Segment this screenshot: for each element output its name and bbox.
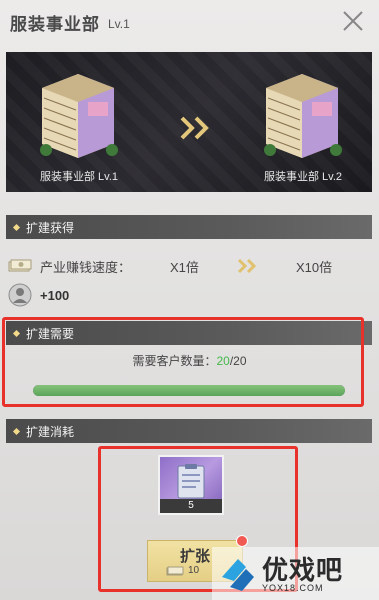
diamond-bullet-icon	[12, 427, 21, 435]
watermark: 优戏吧 YOX18.COM	[212, 547, 379, 600]
bonus-row: +100	[8, 283, 69, 307]
highlight-box-requirement	[2, 317, 364, 407]
section-header-cost: 扩建消耗	[6, 419, 372, 443]
bonus-value: +100	[40, 287, 70, 303]
to-level-label: 服装事业部 Lv.2	[263, 171, 343, 183]
speed-to: X10倍	[296, 259, 333, 275]
cash-icon	[8, 259, 32, 272]
building-lv2-icon	[264, 74, 342, 158]
double-chevron-right-icon	[180, 116, 209, 140]
watermark-brand: 优戏吧	[262, 555, 344, 585]
section-header-gain: 扩建获得	[6, 215, 372, 239]
watermark-url: YOX18.COM	[262, 583, 324, 593]
section-title: 扩建获得	[26, 220, 75, 235]
brand-logo-icon	[222, 559, 254, 591]
customer-badge-icon	[8, 283, 32, 307]
header: 服装事业部 Lv.1	[0, 0, 379, 44]
double-chevron-right-icon	[237, 258, 257, 274]
close-icon[interactable]	[341, 9, 365, 33]
speed-row: 产业赚钱速度： X1倍 X10倍	[8, 254, 368, 278]
section-title: 扩建消耗	[26, 424, 75, 439]
page-title: 服装事业部	[10, 14, 100, 34]
building-lv1-icon	[40, 74, 118, 158]
upgrade-preview: 服装事业部 Lv.1 服装事业部 Lv.2	[6, 52, 372, 192]
from-level-label: 服装事业部 Lv.1	[39, 171, 119, 183]
level-badge: Lv.1	[108, 16, 130, 31]
diamond-bullet-icon	[12, 223, 21, 231]
speed-from: X1倍	[170, 259, 199, 275]
speed-label: 产业赚钱速度：	[40, 259, 132, 275]
